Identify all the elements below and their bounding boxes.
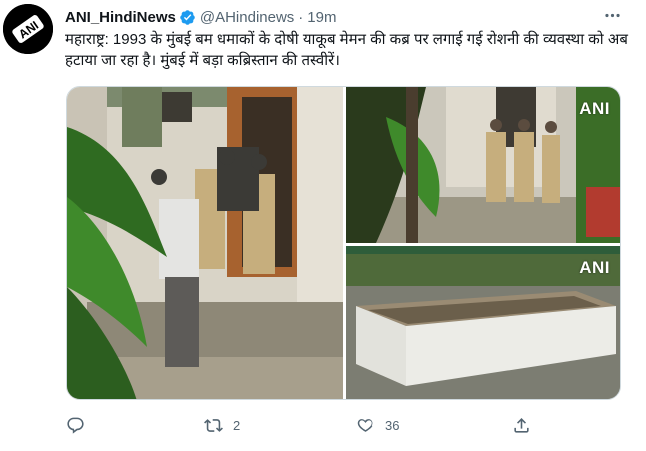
photo-policemen-near-trees[interactable]: ANI bbox=[346, 87, 620, 243]
verified-badge-icon bbox=[179, 9, 196, 26]
photo-badge-text: ANI bbox=[579, 258, 610, 277]
share-button[interactable] bbox=[512, 411, 531, 439]
retweet-count: 2 bbox=[233, 417, 241, 433]
reply-button[interactable] bbox=[66, 411, 95, 439]
tweet-timestamp[interactable]: 19m bbox=[307, 9, 336, 26]
photo-tiled-grave[interactable]: ANI bbox=[346, 246, 620, 399]
media-grid: ANI ANI bbox=[66, 86, 621, 400]
tweet-actions: 2 36 bbox=[60, 411, 540, 439]
tweet[interactable]: ANI ANI_HindiNews @AHindinews · 19m महार… bbox=[0, 0, 646, 451]
like-count: 36 bbox=[385, 417, 400, 433]
tweet-text: महाराष्ट्र: 1993 के मुंबई बम धमाकों के द… bbox=[65, 31, 628, 69]
like-button[interactable]: 36 bbox=[356, 411, 399, 439]
display-name[interactable]: ANI_HindiNews bbox=[65, 9, 176, 26]
reply-icon bbox=[66, 416, 85, 435]
ani-logo: ANI bbox=[3, 4, 53, 54]
separator-dot: · bbox=[298, 8, 304, 26]
photo-policemen-at-graveyard-gate[interactable] bbox=[67, 87, 343, 399]
heart-icon bbox=[356, 416, 375, 435]
user-handle[interactable]: @AHindinews bbox=[200, 9, 294, 26]
tweet-header: ANI_HindiNews @AHindinews · 19m bbox=[65, 6, 336, 28]
more-options-icon[interactable] bbox=[598, 4, 626, 26]
retweet-button[interactable]: 2 bbox=[204, 411, 240, 439]
share-icon bbox=[512, 416, 531, 435]
photo-badge-text: ANI bbox=[579, 99, 610, 118]
retweet-icon bbox=[204, 416, 223, 435]
avatar[interactable]: ANI bbox=[3, 4, 53, 54]
